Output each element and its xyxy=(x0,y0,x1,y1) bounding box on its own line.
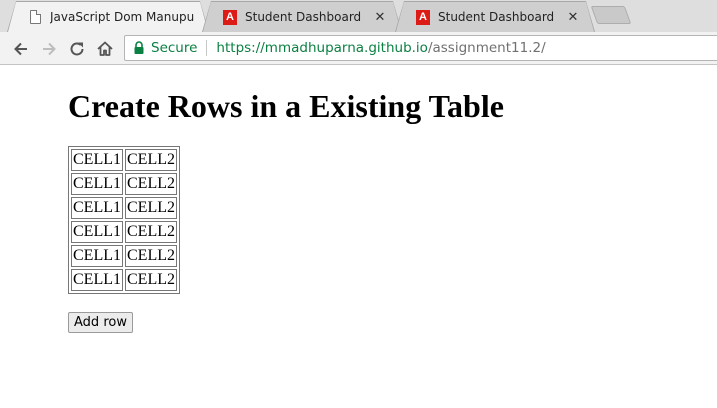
rows-table: CELL1 CELL2 CELL1 CELL2 CELL1 CELL2 CELL1 CELL2… xyxy=(68,146,180,294)
back-arrow-icon xyxy=(14,42,27,56)
table-row: CELL1 CELL2 xyxy=(71,269,177,291)
table-cell: CELL2 xyxy=(125,149,177,171)
document-icon xyxy=(28,10,42,24)
table-cell: CELL1 xyxy=(71,149,123,171)
table-row: CELL1 CELL2 xyxy=(71,221,177,243)
table-row: CELL1 CELL2 xyxy=(71,149,177,171)
tab-strip: JavaScript Dom Manupul A Student Dashboa… xyxy=(0,0,717,32)
address-bar[interactable]: Secure https://mmadhuparna.github.io/ass… xyxy=(124,35,717,61)
add-row-button[interactable]: Add row xyxy=(68,312,133,333)
forward-button[interactable] xyxy=(37,37,61,61)
table-cell: CELL2 xyxy=(125,245,177,267)
tab-javascript-dom[interactable]: JavaScript Dom Manupul xyxy=(8,2,208,32)
url-host: https://mmadhuparna.github.io xyxy=(216,40,428,56)
table-cell: CELL1 xyxy=(71,173,123,195)
table-cell: CELL2 xyxy=(125,197,177,219)
table-row: CELL1 CELL2 xyxy=(71,197,177,219)
tab-title: Student Dashboard xyxy=(245,10,362,24)
table-cell: CELL1 xyxy=(71,197,123,219)
angular-icon: A xyxy=(223,9,237,25)
table-cell: CELL2 xyxy=(125,269,177,291)
table-cell: CELL1 xyxy=(71,269,123,291)
table-cell: CELL1 xyxy=(71,221,123,243)
lock-icon xyxy=(134,41,144,54)
angular-icon: A xyxy=(416,9,430,25)
table-cell: CELL1 xyxy=(71,245,123,267)
new-tab-button[interactable] xyxy=(590,6,632,24)
browser-toolbar: Secure https://mmadhuparna.github.io/ass… xyxy=(0,32,717,65)
close-icon[interactable]: ✕ xyxy=(566,10,580,25)
home-button[interactable] xyxy=(93,37,117,61)
table-row: CELL1 CELL2 xyxy=(71,245,177,267)
secure-label: Secure xyxy=(151,40,198,56)
reload-button[interactable] xyxy=(65,37,89,61)
home-icon xyxy=(97,41,113,56)
url-path: /assignment11.2/ xyxy=(427,40,546,56)
table-row: CELL1 CELL2 xyxy=(71,173,177,195)
table-cell: CELL2 xyxy=(125,173,177,195)
table-cell: CELL2 xyxy=(125,221,177,243)
page-title: Create Rows in a Existing Table xyxy=(68,88,504,124)
back-button[interactable] xyxy=(9,37,33,61)
tab-title: Student Dashboard xyxy=(438,10,555,24)
tab-student-dashboard-1[interactable]: A Student Dashboard ✕ xyxy=(203,2,401,32)
address-separator xyxy=(206,40,208,56)
close-icon[interactable]: ✕ xyxy=(373,10,387,25)
tab-title: JavaScript Dom Manupul xyxy=(50,10,194,24)
tab-student-dashboard-2[interactable]: A Student Dashboard ✕ xyxy=(396,2,594,32)
reload-icon xyxy=(70,42,84,56)
forward-arrow-icon xyxy=(43,42,56,56)
